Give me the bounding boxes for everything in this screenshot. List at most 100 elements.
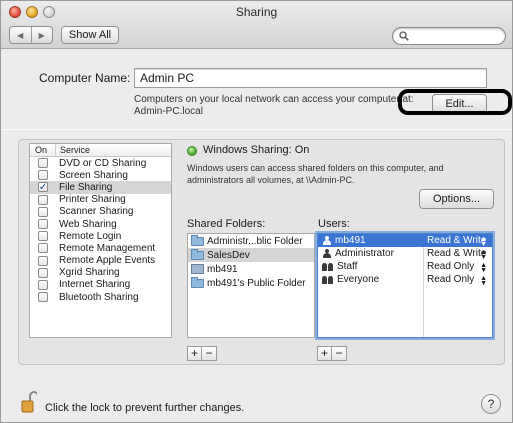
sharing-window: Sharing ◀ ▶ Show All Computer Name: Admi… bbox=[0, 0, 513, 423]
service-checkbox[interactable] bbox=[38, 219, 48, 230]
service-checkbox[interactable]: ✓ bbox=[38, 181, 48, 193]
updown-arrows-icon: ▲ ▼ bbox=[480, 275, 487, 287]
permission-label: Read Only bbox=[427, 274, 475, 285]
permission-popup[interactable]: Read & Write ▲ ▼ bbox=[427, 248, 491, 261]
service-label: DVD or CD Sharing bbox=[59, 157, 147, 169]
service-row[interactable]: Scanner Sharing bbox=[30, 206, 171, 218]
user-name: mb491 bbox=[335, 235, 366, 246]
updown-arrows-icon: ▲ ▼ bbox=[480, 236, 487, 248]
checkmark-icon: ✓ bbox=[38, 181, 48, 193]
service-row[interactable]: Screen Sharing bbox=[30, 169, 171, 181]
forward-arrow-icon[interactable]: ▶ bbox=[32, 27, 53, 43]
service-checkbox[interactable] bbox=[38, 292, 48, 303]
computer-address-line2: Admin-PC.local bbox=[134, 106, 203, 117]
show-all-button[interactable]: Show All bbox=[61, 26, 119, 44]
service-checkbox[interactable] bbox=[38, 158, 48, 169]
shared-folder-row[interactable]: Administr...blic Folder bbox=[188, 234, 314, 248]
options-button[interactable]: Options... bbox=[419, 189, 494, 209]
service-checkbox[interactable] bbox=[38, 231, 48, 242]
user-row[interactable]: Administrator Read & Write ▲ ▼ bbox=[318, 247, 492, 261]
computer-address-line1: Computers on your local network can acce… bbox=[134, 94, 414, 105]
group-icon bbox=[322, 262, 334, 271]
help-button[interactable]: ? bbox=[481, 394, 501, 414]
service-row[interactable]: DVD or CD Sharing bbox=[30, 157, 171, 169]
user-name: Everyone bbox=[337, 274, 380, 285]
permission-label: Read & Write bbox=[427, 248, 487, 259]
users-add-remove: + − bbox=[317, 346, 347, 361]
add-folder-button[interactable]: + bbox=[187, 346, 202, 361]
service-checkbox[interactable] bbox=[38, 255, 48, 266]
service-label: Printer Sharing bbox=[59, 194, 126, 206]
window-title: Sharing bbox=[235, 5, 278, 19]
service-checkbox[interactable] bbox=[38, 243, 48, 254]
status-description: Windows users can access shared folders … bbox=[187, 162, 487, 186]
status-description-line2: administrators all volumes, at \\Admin-P… bbox=[187, 175, 355, 185]
user-name-cell: Staff bbox=[318, 261, 423, 272]
service-checkbox[interactable] bbox=[38, 267, 48, 278]
user-row[interactable]: Everyone Read Only ▲ ▼ bbox=[318, 273, 492, 287]
lock-open-icon[interactable] bbox=[21, 391, 37, 413]
services-table[interactable]: On Service DVD or CD Sharing Screen Shari… bbox=[29, 143, 172, 338]
users-label: Users: bbox=[318, 218, 350, 230]
service-row[interactable]: Web Sharing bbox=[30, 218, 171, 230]
service-label: Bluetooth Sharing bbox=[59, 291, 139, 303]
permission-popup[interactable]: Read Only ▲ ▼ bbox=[427, 274, 491, 287]
user-name-cell: Administrator bbox=[318, 248, 423, 259]
folder-icon bbox=[191, 276, 204, 288]
service-row[interactable]: Bluetooth Sharing bbox=[30, 291, 171, 303]
status-on-icon bbox=[187, 146, 197, 156]
divider bbox=[1, 129, 512, 130]
permission-popup[interactable]: Read & Write ▲ ▼ bbox=[427, 235, 491, 248]
user-row[interactable]: Staff Read Only ▲ ▼ bbox=[318, 260, 492, 274]
search-field[interactable] bbox=[392, 27, 506, 45]
search-icon bbox=[399, 31, 409, 41]
service-checkbox[interactable] bbox=[38, 279, 48, 290]
service-row[interactable]: Internet Sharing bbox=[30, 279, 171, 291]
shared-folders-add-remove: + − bbox=[187, 346, 217, 361]
group-icon bbox=[322, 275, 334, 284]
column-header-service[interactable]: Service bbox=[56, 144, 90, 156]
remove-user-button[interactable]: − bbox=[332, 346, 347, 361]
permission-popup[interactable]: Read Only ▲ ▼ bbox=[427, 261, 491, 274]
computer-name-input[interactable]: Admin PC bbox=[134, 68, 487, 88]
service-checkbox[interactable] bbox=[38, 194, 48, 205]
service-label: Screen Sharing bbox=[59, 169, 128, 181]
service-label: Remote Login bbox=[59, 230, 122, 242]
shared-folders-list[interactable]: Administr...blic Folder SalesDev mb491 mb49… bbox=[187, 233, 315, 338]
service-row[interactable]: ✓ File Sharing bbox=[30, 181, 171, 194]
sharing-group-box: On Service DVD or CD Sharing Screen Shari… bbox=[18, 139, 505, 365]
service-row[interactable]: Xgrid Sharing bbox=[30, 267, 171, 279]
users-list[interactable]: mb491 Read & Write ▲ ▼ Administrator Read & W… bbox=[317, 233, 493, 338]
service-row[interactable]: Remote Login bbox=[30, 230, 171, 242]
status-description-line1: Windows users can access shared folders … bbox=[187, 163, 444, 173]
service-checkbox[interactable] bbox=[38, 170, 48, 181]
service-row[interactable]: Printer Sharing bbox=[30, 194, 171, 206]
user-row[interactable]: mb491 Read & Write ▲ ▼ bbox=[318, 234, 492, 248]
computer-name-label: Computer Name: bbox=[39, 71, 131, 85]
person-icon bbox=[322, 236, 332, 245]
shared-folders-label: Shared Folders: bbox=[187, 218, 266, 230]
nav-buttons: ◀ ▶ bbox=[9, 26, 53, 44]
lock-message: Click the lock to prevent further change… bbox=[45, 402, 245, 414]
user-name-cell: mb491 bbox=[318, 235, 423, 246]
add-user-button[interactable]: + bbox=[317, 346, 332, 361]
column-header-on[interactable]: On bbox=[30, 144, 56, 156]
service-row[interactable]: Remote Management bbox=[30, 242, 171, 254]
service-label: Internet Sharing bbox=[59, 279, 131, 291]
remove-folder-button[interactable]: − bbox=[202, 346, 217, 361]
folder-icon bbox=[191, 248, 204, 260]
shared-folder-row[interactable]: mb491 bbox=[188, 262, 314, 276]
back-arrow-icon[interactable]: ◀ bbox=[10, 27, 32, 43]
updown-arrows-icon: ▲ ▼ bbox=[480, 262, 487, 274]
shared-folder-label: mb491's Public Folder bbox=[207, 277, 306, 289]
shared-folder-row[interactable]: SalesDev bbox=[188, 248, 314, 262]
service-label: File Sharing bbox=[59, 181, 113, 193]
service-row[interactable]: Remote Apple Events bbox=[30, 255, 171, 267]
service-label: Scanner Sharing bbox=[59, 206, 134, 218]
permission-highlight-annotation bbox=[398, 89, 512, 115]
shared-folder-row[interactable]: mb491's Public Folder bbox=[188, 276, 314, 290]
service-checkbox[interactable] bbox=[38, 206, 48, 217]
updown-arrows-icon: ▲ ▼ bbox=[480, 249, 487, 261]
folder-icon bbox=[191, 234, 204, 246]
status-title: Windows Sharing: On bbox=[203, 144, 310, 156]
